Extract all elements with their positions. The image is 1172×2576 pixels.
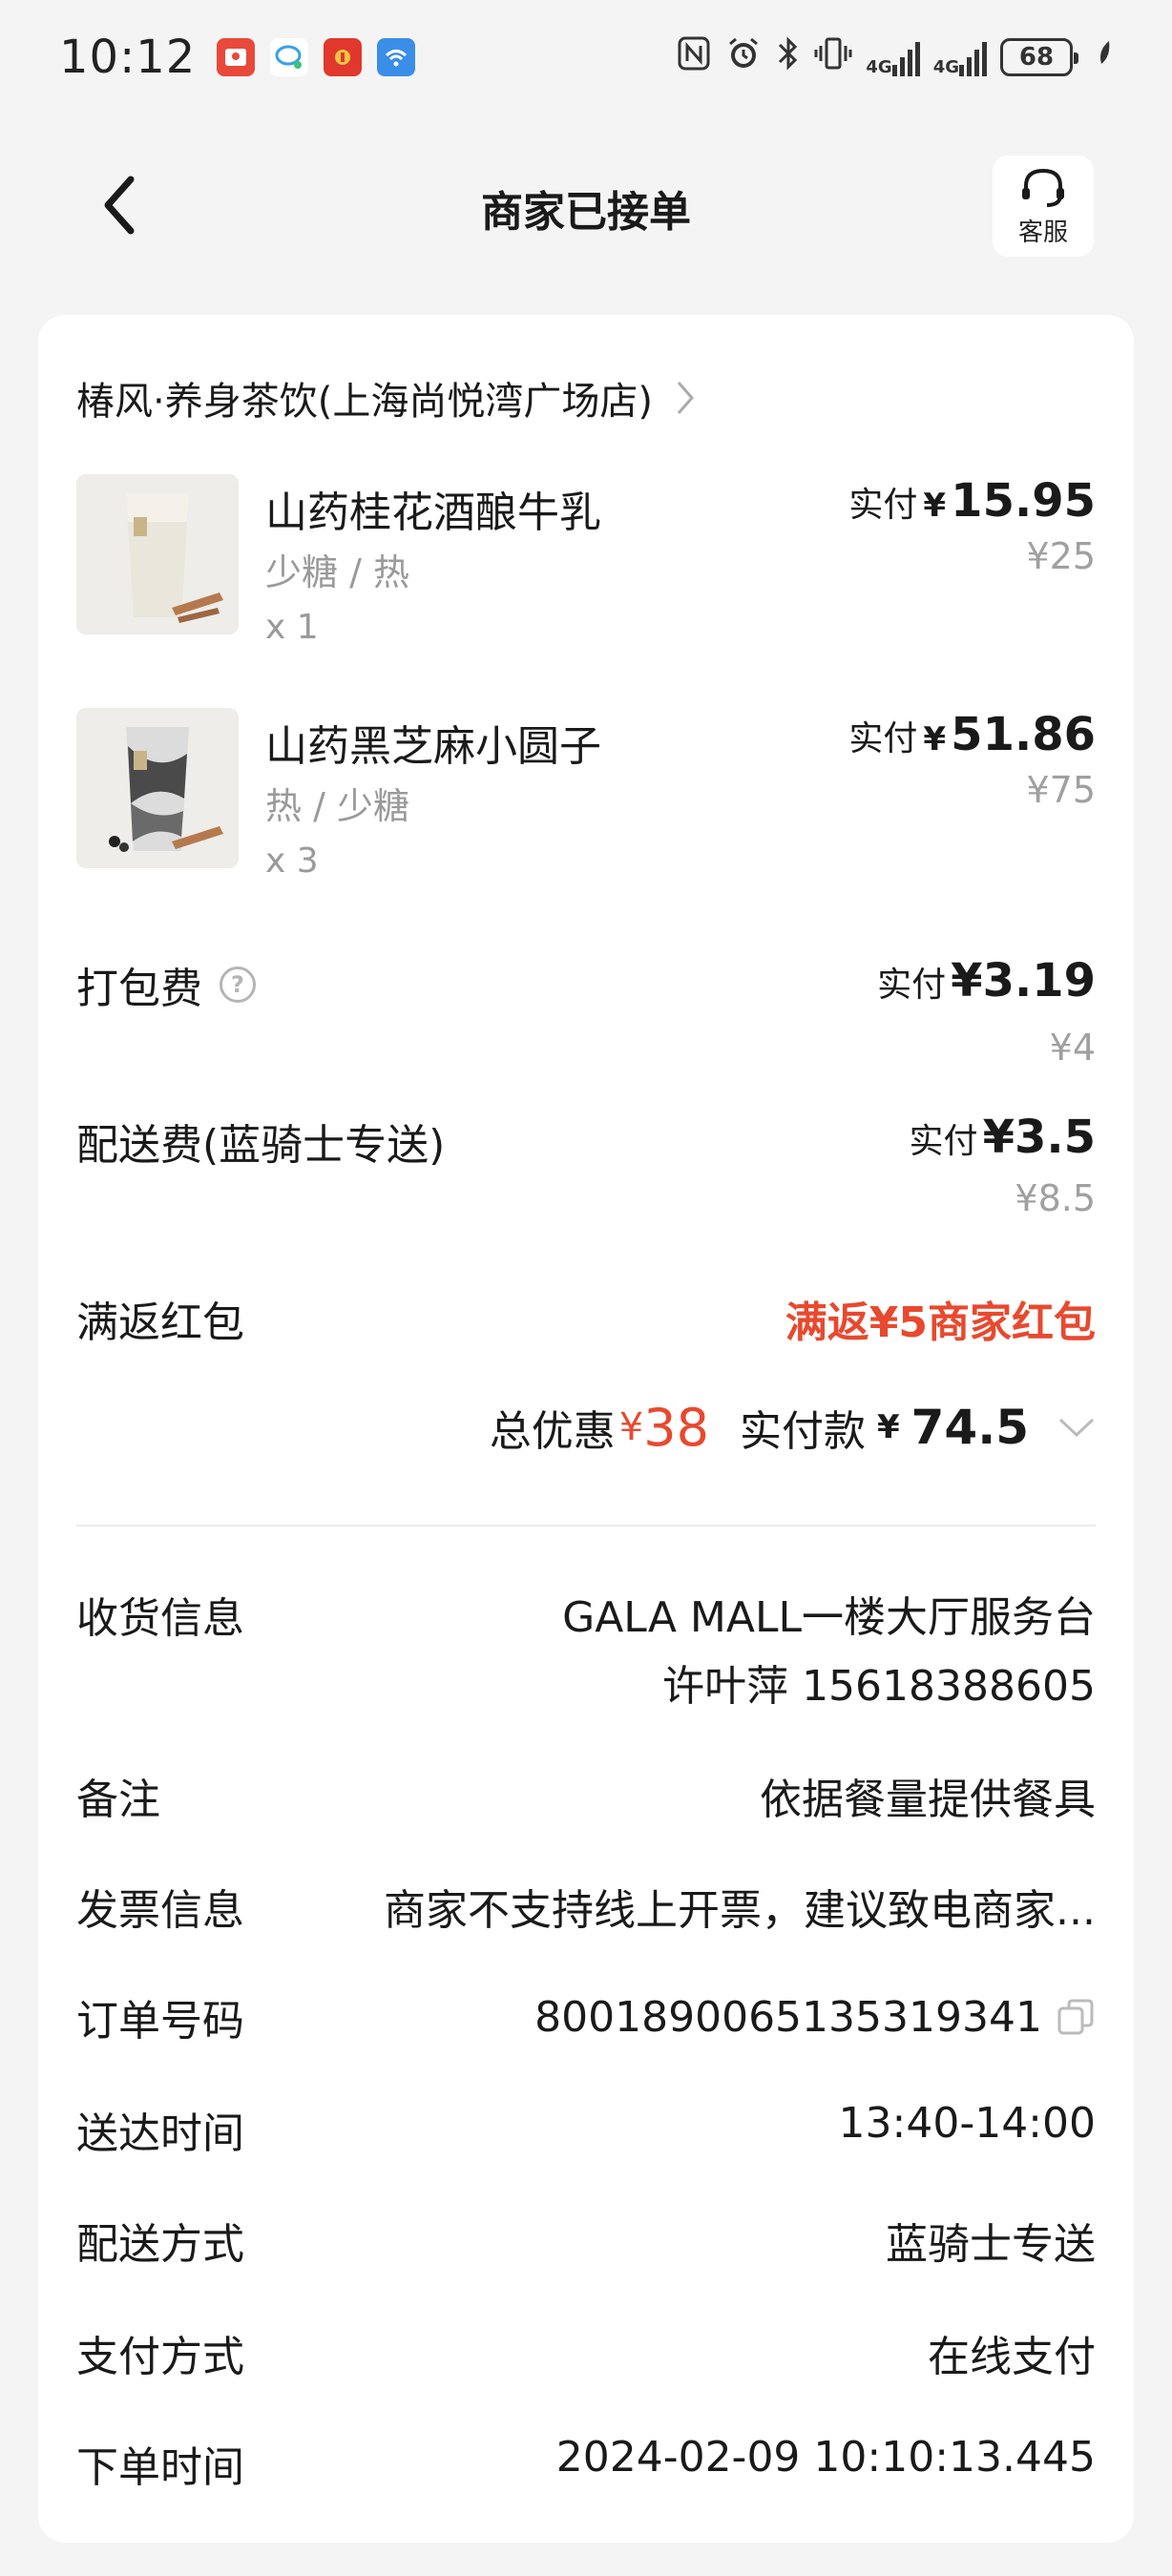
- order-item[interactable]: 山药黑芝麻小圆子 热 / 少糖 x 3 实付 ¥ 51.86 ¥75: [76, 708, 1096, 881]
- help-icon[interactable]: ?: [220, 966, 256, 1003]
- packing-fee-original: ¥4: [1049, 1027, 1096, 1069]
- chevron-right-icon: [677, 382, 694, 414]
- order-time-value: 2024-02-09 10:10:13.445: [555, 2433, 1096, 2482]
- product-quantity: x 1: [265, 608, 319, 647]
- product-name: 山药黑芝麻小圆子: [265, 722, 601, 771]
- product-name: 山药桂花酒酿牛乳: [265, 488, 601, 537]
- status-time: 10:12: [59, 31, 197, 84]
- product-spec: 少糖 / 热: [265, 551, 409, 593]
- delivery-time-label: 送达时间: [76, 2109, 244, 2158]
- coupon-value: 满返¥5商家红包: [785, 1298, 1096, 1347]
- copy-icon[interactable]: [1056, 1997, 1096, 2037]
- signal-1-icon: 4G: [866, 38, 920, 76]
- chevron-down-icon[interactable]: [1057, 1416, 1096, 1439]
- wallet-app-icon: [324, 38, 363, 76]
- page-header: 商家已接单 客服: [0, 143, 1172, 267]
- info-row-remark: 备注 依据餐量提供餐具: [76, 1765, 1096, 1826]
- delivery-method-value: 蓝骑士专送: [886, 2220, 1096, 2269]
- vibrate-icon: [814, 34, 852, 80]
- status-bar: 10:12 4G 4G 68: [0, 0, 1172, 114]
- info-row-invoice[interactable]: 发票信息 商家不支持线上开票，建议致电商家...: [76, 1876, 1096, 1937]
- invoice-label: 发票信息: [76, 1886, 244, 1935]
- receiver-value: GALA MALL一楼大厅服务台 许叶萍 15618388605: [562, 1584, 1096, 1721]
- order-detail-card: 椿风·养身茶饮(上海尚悦湾广场店) 山药桂花酒酿牛乳 少糖 / 热 x 1 实付…: [38, 315, 1134, 2543]
- alarm-icon: [724, 34, 763, 80]
- product-original-price: ¥25: [1026, 535, 1096, 577]
- nfc-icon: [677, 35, 711, 79]
- headset-icon: [1022, 168, 1064, 207]
- customer-service-button[interactable]: 客服: [993, 156, 1094, 257]
- packing-fee-paid: 实付 ¥3.19: [877, 954, 1096, 1008]
- battery-indicator: 68: [1000, 38, 1078, 76]
- price-summary[interactable]: 总优惠 ¥ 38 实付款 ¥ 74.5: [490, 1397, 1096, 1458]
- delivery-fee-paid: 实付 ¥3.5: [909, 1111, 1096, 1164]
- delivery-method-label: 配送方式: [76, 2220, 244, 2269]
- order-item[interactable]: 山药桂花酒酿牛乳 少糖 / 热 x 1 实付 ¥ 15.95 ¥25: [76, 474, 1096, 647]
- product-original-price: ¥75: [1026, 769, 1096, 811]
- payment-method-label: 支付方式: [76, 2333, 244, 2381]
- customer-service-label: 客服: [1017, 218, 1068, 247]
- product-spec: 热 / 少糖: [265, 785, 409, 827]
- info-row-payment-method: 支付方式 在线支付: [76, 2322, 1096, 2383]
- signal-2-icon: 4G: [933, 38, 987, 76]
- product-image: [76, 708, 239, 868]
- wifi-app-icon: [377, 38, 416, 76]
- receiver-contact: 许叶萍 15618388605: [662, 1662, 1096, 1711]
- product-paid-price: 实付 ¥ 15.95: [848, 474, 1096, 528]
- delivery-time-value: 13:40-14:00: [838, 2099, 1096, 2148]
- order-number-value: 8001890065135319341: [534, 1992, 1042, 2042]
- store-link[interactable]: 椿风·养身茶饮(上海尚悦湾广场店): [76, 370, 695, 426]
- actual-payment-value: 74.5: [910, 1400, 1029, 1455]
- store-name: 椿风·养身茶饮(上海尚悦湾广场店): [76, 380, 653, 424]
- delivery-fee-original: ¥8.5: [1015, 1177, 1096, 1219]
- total-discount-label: 总优惠: [489, 1407, 616, 1456]
- remark-label: 备注: [76, 1776, 160, 1824]
- product-image: [76, 474, 239, 634]
- remark-value: 依据餐量提供餐具: [760, 1776, 1096, 1824]
- battery-leaf-icon: [1096, 39, 1113, 75]
- order-number-label: 订单号码: [76, 1997, 244, 2046]
- delivery-fee-row: 配送费(蓝骑士专送) 实付 ¥3.5 ¥8.5: [76, 1111, 1096, 1219]
- bluetooth-icon: [776, 34, 801, 80]
- info-row-order-number: 订单号码 8001890065135319341: [76, 1986, 1096, 2047]
- info-row-receiver: 收货信息 GALA MALL一楼大厅服务台 许叶萍 15618388605: [76, 1584, 1096, 1721]
- chat-app-icon: [270, 38, 309, 76]
- receiver-address: GALA MALL一楼大厅服务台: [562, 1593, 1096, 1642]
- divider: [76, 1525, 1096, 1527]
- receiver-label: 收货信息: [76, 1594, 244, 1643]
- invoice-value: 商家不支持线上开票，建议致电商家...: [384, 1886, 1096, 1935]
- packing-fee-label: 打包费: [76, 965, 202, 1013]
- info-row-delivery-time: 送达时间 13:40-14:00: [76, 2099, 1096, 2160]
- product-quantity: x 3: [265, 841, 319, 881]
- product-paid-price: 实付 ¥ 51.86: [848, 708, 1096, 761]
- actual-payment-label: 实付款: [739, 1407, 866, 1456]
- order-time-label: 下单时间: [76, 2443, 244, 2492]
- info-row-delivery-method: 配送方式 蓝骑士专送: [76, 2210, 1096, 2271]
- info-row-order-time: 下单时间 2024-02-09 10:10:13.445: [76, 2433, 1096, 2494]
- total-discount-value: 38: [643, 1397, 709, 1458]
- payment-method-value: 在线支付: [928, 2333, 1096, 2381]
- coupon-row: 满返红包 满返¥5商家红包: [76, 1288, 1096, 1349]
- packing-fee-row: 打包费 ? 实付 ¥3.19 ¥4: [76, 954, 1096, 1069]
- red-envelope-app-icon: [217, 38, 256, 76]
- system-indicators: 4G 4G 68: [677, 34, 1113, 80]
- coupon-label: 满返红包: [76, 1298, 244, 1347]
